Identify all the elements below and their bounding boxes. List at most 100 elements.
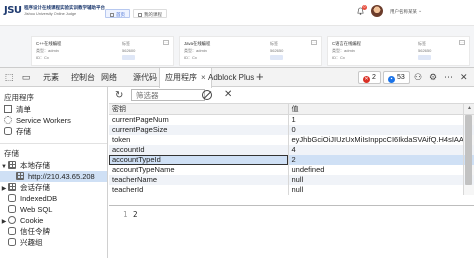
- sidebar-item-label: 本地存储: [20, 161, 50, 170]
- delete-icon[interactable]: ✕: [224, 89, 232, 100]
- sidebar-item-manifest[interactable]: 清单: [0, 104, 107, 115]
- user-name[interactable]: 用户名称某某: [390, 9, 417, 15]
- database-icon: [8, 194, 16, 202]
- table-header: 密钥 值: [109, 104, 474, 115]
- column-header-value[interactable]: 值: [288, 104, 464, 115]
- inspect-icon[interactable]: ⬚: [3, 72, 15, 83]
- table-row[interactable]: teacherName null: [109, 175, 474, 185]
- course-card[interactable]: C语言在线编程 类型：admin ID：Cx 标签 562650 ⋯: [327, 36, 470, 66]
- row-key[interactable]: accountTypeName: [109, 165, 289, 175]
- value-preview-text[interactable]: 2: [133, 210, 138, 219]
- sidebar-item-interest-groups[interactable]: 兴趣组: [0, 237, 107, 248]
- course-button[interactable]: [418, 55, 431, 60]
- course-number: 562600: [122, 48, 136, 53]
- tab-sources[interactable]: 源代码: [128, 68, 162, 87]
- course-button[interactable]: [270, 55, 283, 60]
- table-row[interactable]: accountId 4: [109, 145, 474, 155]
- add-tab-icon[interactable]: +: [256, 69, 264, 84]
- tab-network[interactable]: 网络: [96, 68, 122, 87]
- course-card[interactable]: Java在线编程 类型：admin ID：Cx 标签 562650 ⋯: [179, 36, 322, 66]
- avatar[interactable]: [371, 5, 383, 17]
- sidebar-item-label: 存储: [16, 127, 31, 136]
- database-icon: [8, 205, 16, 213]
- course-name: Java在线编程: [184, 41, 211, 46]
- more-icon[interactable]: ⋯: [459, 40, 465, 45]
- row-key[interactable]: accountTypeId: [109, 155, 289, 165]
- row-value[interactable]: 4: [288, 145, 464, 155]
- close-devtools-icon[interactable]: ✕: [460, 71, 468, 84]
- scroll-up-icon[interactable]: ▲: [467, 105, 472, 111]
- more-icon[interactable]: ⋯: [163, 40, 169, 45]
- sidebar-item-session-storage[interactable]: ▶ 会话存储: [0, 182, 107, 193]
- row-value[interactable]: 2: [288, 155, 464, 165]
- sidebar-item-label: 兴趣组: [20, 238, 43, 247]
- table-row[interactable]: teacherId null: [109, 185, 474, 195]
- clear-all-icon[interactable]: [202, 90, 212, 100]
- filter-bar: ↻ ✕: [109, 87, 474, 104]
- row-value[interactable]: 0: [288, 125, 464, 135]
- tab-label: Adblock Plus: [208, 73, 255, 82]
- site-logo[interactable]: JSU: [4, 5, 22, 16]
- course-type: 类型：admin: [36, 48, 59, 53]
- table-row[interactable]: currentPageNum 1: [109, 114, 474, 125]
- row-key[interactable]: currentPageNum: [109, 114, 289, 125]
- gear-icon[interactable]: ⚙: [429, 71, 437, 84]
- table-row[interactable]: currentPageSize 0: [109, 125, 474, 135]
- table-row[interactable]: token eyJhbGciOiJIUzUxMiIsInppcCI6IkdaSVA…: [109, 135, 474, 145]
- column-header-key[interactable]: 密钥: [109, 104, 289, 115]
- sidebar-item-indexeddb[interactable]: IndexedDB: [0, 193, 107, 204]
- error-icon: ✕: [363, 76, 370, 83]
- row-key[interactable]: accountId: [109, 145, 289, 155]
- course-number: 562650: [418, 48, 432, 53]
- course-button[interactable]: [122, 55, 135, 60]
- site-tab-home[interactable]: 首页: [105, 9, 130, 18]
- refresh-icon[interactable]: ↻: [115, 90, 123, 101]
- filter-input[interactable]: [131, 89, 205, 101]
- tab-label: 源代码: [133, 73, 157, 82]
- tab-elements[interactable]: 元素: [38, 68, 64, 87]
- sidebar-item-origin[interactable]: http://210.43.65.208: [0, 171, 107, 182]
- notification-badge: 0: [362, 5, 367, 10]
- row-value[interactable]: 1: [288, 114, 464, 125]
- sidebar-divider: [0, 143, 107, 144]
- site-tab-my-courses[interactable]: 我的课程: [133, 9, 167, 18]
- tab-adblock-plus[interactable]: Adblock Plus: [203, 68, 259, 87]
- sidebar-item-label: IndexedDB: [20, 194, 58, 203]
- sidebar-item-storage[interactable]: 存储: [0, 126, 107, 137]
- site-tab-label: 首页: [116, 12, 125, 17]
- course-card[interactable]: C++在线编程 类型：admin ID：Cx 标签 562600 ⋯: [31, 36, 174, 66]
- sidebar-item-label: 会话存储: [20, 183, 50, 192]
- grid-icon: [8, 161, 16, 169]
- scrollbar-thumb[interactable]: [465, 115, 472, 185]
- more-options-icon[interactable]: ⋯: [444, 71, 453, 84]
- sidebar-item-cookie[interactable]: ▶ Cookie: [0, 215, 107, 226]
- row-value[interactable]: null: [288, 175, 464, 185]
- sidebar-item-service-workers[interactable]: Service Workers: [0, 115, 107, 126]
- row-value[interactable]: eyJhbGciOiJIUzUxMiIsInppcCI6IkdaSVAifQ.H…: [288, 135, 464, 145]
- tab-console[interactable]: 控制台: [66, 68, 100, 87]
- more-icon[interactable]: ⋯: [311, 40, 317, 45]
- gear-icon: [4, 116, 12, 124]
- info-count-button[interactable]: ▪ 53: [383, 71, 410, 84]
- row-key[interactable]: token: [109, 135, 289, 145]
- row-value[interactable]: null: [288, 185, 464, 195]
- error-count-button[interactable]: ✕ 2: [358, 71, 381, 84]
- table-row[interactable]: accountTypeName undefined: [109, 165, 474, 175]
- database-icon: [8, 238, 16, 246]
- sidebar-item-trust-tokens[interactable]: 信任令牌: [0, 226, 107, 237]
- device-toolbar-icon[interactable]: ▭: [20, 72, 32, 83]
- row-value[interactable]: undefined: [288, 165, 464, 175]
- row-key[interactable]: teacherName: [109, 175, 289, 185]
- people-icon[interactable]: ⚇: [414, 71, 422, 84]
- chevron-down-icon[interactable]: ⌄: [418, 8, 422, 14]
- site-tab-label: 我的课程: [144, 12, 162, 17]
- row-key[interactable]: currentPageSize: [109, 125, 289, 135]
- sidebar-item-local-storage[interactable]: ▼ 本地存储: [0, 160, 107, 171]
- course-tag: 标签: [122, 41, 130, 46]
- table-row-selected[interactable]: accountTypeId 2: [109, 155, 474, 165]
- scrollbar-track[interactable]: [463, 185, 474, 195]
- course-tag: 标签: [418, 41, 426, 46]
- course-id: ID：Cx: [184, 55, 197, 60]
- sidebar-item-web-sql[interactable]: Web SQL: [0, 204, 107, 215]
- row-key[interactable]: teacherId: [109, 185, 289, 195]
